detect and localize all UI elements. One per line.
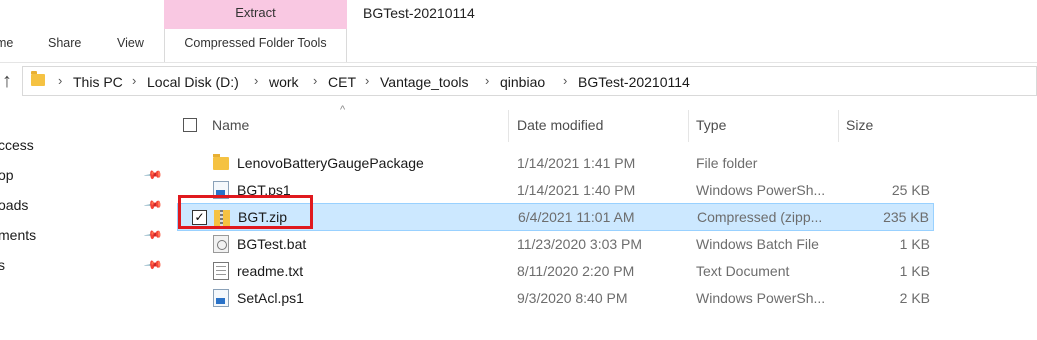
file-row[interactable]: LenovoBatteryGaugePackage 1/14/2021 1:41… [177,149,934,177]
file-row[interactable]: BGTest.bat 11/23/2020 3:03 PM Windows Ba… [177,230,934,258]
tab-compressed-folder-tools[interactable]: Compressed Folder Tools [164,29,347,62]
nav-item-quick-access[interactable]: ccess [0,137,34,153]
column-header-name[interactable]: Name [212,117,249,133]
nav-item-desktop[interactable]: op [0,167,14,183]
pin-icon[interactable]: 📌 [143,255,163,275]
file-date: 11/23/2020 3:03 PM [517,236,643,252]
file-type: Text Document [696,263,790,279]
file-size: 1 KB [899,236,930,252]
nav-item-downloads[interactable]: oads [0,197,28,213]
file-type: Windows PowerSh... [696,290,826,306]
file-name: BGT.ps1 [237,182,291,198]
select-all-checkbox[interactable] [183,118,197,132]
pin-icon[interactable]: 📌 [143,195,163,215]
nav-item-pictures[interactable]: s [0,257,5,273]
breadcrumb-vantage-tools[interactable]: Vantage_tools [380,74,468,90]
file-date: 1/14/2021 1:41 PM [517,155,636,171]
breadcrumb-current-folder[interactable]: BGTest-20210114 [578,74,690,90]
file-name: BGT.zip [238,209,288,225]
file-size: 235 KB [883,209,929,225]
file-name: SetAcl.ps1 [237,290,304,306]
column-header-type[interactable]: Type [696,117,726,133]
pin-icon[interactable]: 📌 [143,225,163,245]
chevron-right-icon[interactable]: › [254,73,258,88]
file-name: readme.txt [237,263,304,279]
nav-item-documents[interactable]: ments [0,227,36,243]
chevron-right-icon[interactable]: › [58,73,62,88]
file-row[interactable]: SetAcl.ps1 9/3/2020 8:40 PM Windows Powe… [177,284,934,312]
file-date: 1/14/2021 1:40 PM [517,182,636,198]
column-divider[interactable] [838,110,839,142]
breadcrumb-this-pc[interactable]: This PC [73,74,123,90]
window-title: BGTest-20210114 [363,5,475,21]
file-row-selected[interactable]: ✓ BGT.zip 6/4/2021 11:01 AM Compressed (… [177,203,934,231]
chevron-right-icon[interactable]: › [365,73,369,88]
zip-folder-icon [214,210,230,226]
file-size: 2 KB [899,290,930,306]
context-group-label[interactable]: Extract [164,5,347,20]
text-file-icon [213,262,229,280]
folder-icon [213,154,229,170]
column-divider[interactable] [688,110,689,142]
chevron-right-icon[interactable]: › [485,73,489,88]
up-arrow-icon[interactable]: ↑ [2,70,12,93]
file-date: 9/3/2020 8:40 PM [517,290,628,306]
chevron-right-icon[interactable]: › [563,73,567,88]
column-divider[interactable] [508,110,509,142]
file-size: 1 KB [899,263,930,279]
file-type: Windows PowerSh... [696,182,826,198]
file-type: Compressed (zipp... [697,209,823,225]
file-row[interactable]: BGT.ps1 1/14/2021 1:40 PM Windows PowerS… [177,176,934,204]
file-date: 8/11/2020 2:20 PM [517,263,635,279]
ribbon: Extract BGTest-20210114 me Share View Co… [0,0,1037,62]
row-checkbox[interactable]: ✓ [192,210,207,225]
file-size: 25 KB [891,182,930,198]
file-name: BGTest.bat [237,236,307,252]
file-date: 6/4/2021 11:01 AM [518,209,635,225]
breadcrumb-cet[interactable]: CET [328,74,356,90]
folder-icon [31,71,45,86]
ribbon-divider [0,62,1037,63]
powershell-file-icon [213,181,229,199]
file-row[interactable]: readme.txt 8/11/2020 2:20 PM Text Docume… [177,257,934,285]
breadcrumb-qinbiao[interactable]: qinbiao [500,74,545,90]
file-type: Windows Batch File [696,236,819,252]
chevron-right-icon[interactable]: › [132,73,136,88]
column-header-date[interactable]: Date modified [517,117,603,133]
tab-view[interactable]: View [117,36,144,50]
column-header-size[interactable]: Size [846,117,873,133]
chevron-right-icon[interactable]: › [313,73,317,88]
breadcrumb-work[interactable]: work [269,74,299,90]
breadcrumb-local-disk[interactable]: Local Disk (D:) [147,74,239,90]
batch-file-icon [213,235,229,253]
tab-home[interactable]: me [0,36,13,50]
powershell-file-icon [213,289,229,307]
file-name: LenovoBatteryGaugePackage [237,155,424,171]
tab-share[interactable]: Share [48,36,81,50]
pin-icon[interactable]: 📌 [143,165,163,185]
sort-ascending-icon: ^ [340,104,346,116]
file-type: File folder [696,155,758,171]
